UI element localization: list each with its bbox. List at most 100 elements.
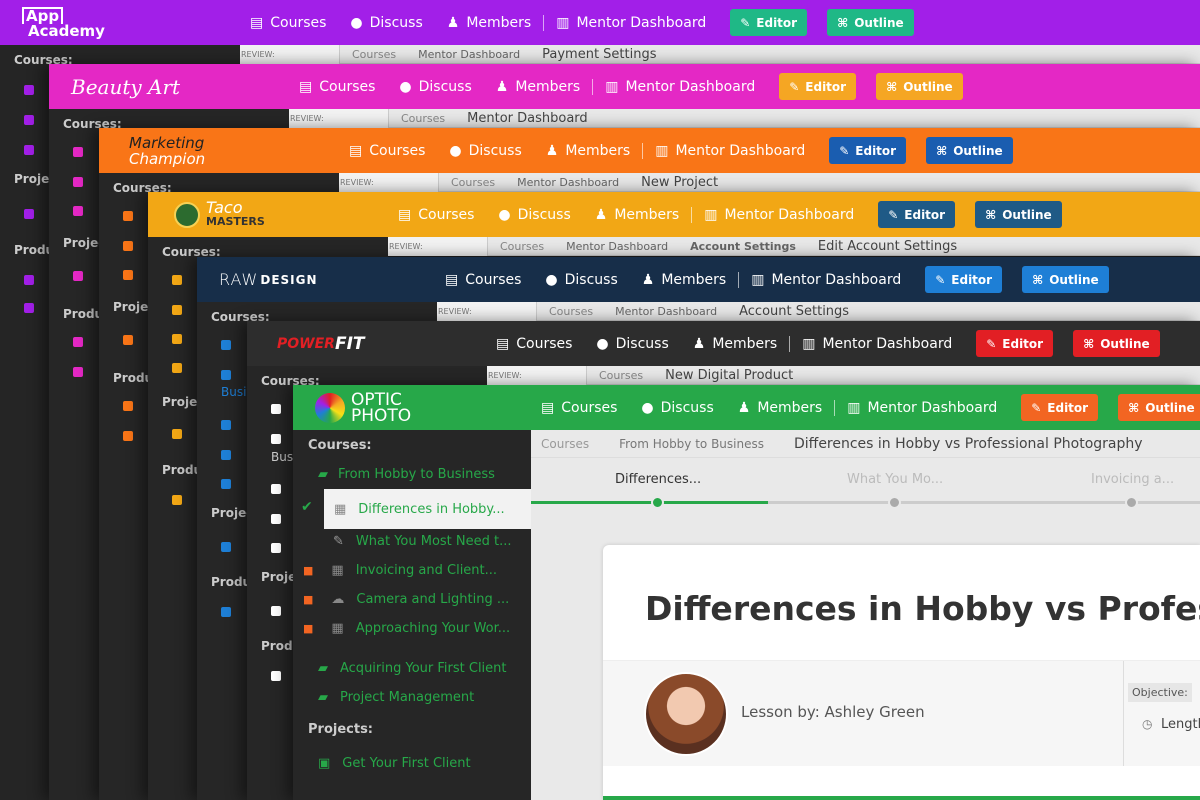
book-icon: ▤ bbox=[250, 14, 264, 31]
outline-button[interactable]: ⌘ Outline bbox=[975, 201, 1062, 228]
crumb-courses[interactable]: Courses bbox=[549, 305, 593, 318]
brand-line-2: DESIGN bbox=[260, 272, 318, 287]
folder-icon bbox=[24, 85, 34, 95]
nav-mentor-dashboard[interactable]: ▥ Mentor Dashboard bbox=[802, 336, 952, 352]
crumb-courses[interactable]: Courses bbox=[599, 369, 643, 382]
course-label: Acquiring Your First Client bbox=[340, 661, 507, 676]
outline-button[interactable]: ⌘ Outline bbox=[827, 9, 914, 36]
step-dot-active[interactable] bbox=[651, 496, 664, 509]
crumb-course[interactable]: From Hobby to Business bbox=[619, 437, 764, 451]
breadcrumb: Courses Mentor Dashboard New Project bbox=[451, 173, 740, 192]
editor-button[interactable]: ✎ Editor bbox=[1021, 394, 1099, 421]
top-nav: ▤ Courses ● Discuss ♟ Members ▥ Mentor Dashb… bbox=[299, 64, 983, 109]
editor-button[interactable]: ✎ Editor bbox=[878, 201, 956, 228]
sidebar-course-project-mgmt[interactable]: ▰ Project Management bbox=[318, 690, 474, 705]
outline-button[interactable]: ⌘ Outline bbox=[1022, 266, 1109, 293]
crumb-account[interactable]: Account Settings bbox=[690, 240, 796, 253]
nav-discuss[interactable]: ● Discuss bbox=[545, 272, 617, 288]
crumb-mentor[interactable]: Mentor Dashboard bbox=[566, 240, 668, 253]
nav-members[interactable]: ♟ Members bbox=[595, 207, 679, 223]
sidebar-products-heading: Produ bbox=[63, 307, 104, 321]
chat-icon: ● bbox=[498, 206, 511, 223]
step-label[interactable]: What You Mo... bbox=[847, 472, 943, 487]
step-label[interactable]: Invoicing a... bbox=[1091, 472, 1174, 487]
sidebar-item-business[interactable]: Busi bbox=[221, 385, 246, 399]
outline-button[interactable]: ⌘ Outline bbox=[926, 137, 1013, 164]
sidebar-course-acquiring[interactable]: ▰ Acquiring Your First Client bbox=[318, 661, 507, 676]
film-icon: ▦ bbox=[331, 563, 344, 578]
nav-mentor-dashboard[interactable]: ▥ Mentor Dashboard bbox=[655, 143, 805, 159]
nav-mentor-dashboard[interactable]: ▥ Mentor Dashboard bbox=[704, 207, 854, 223]
lesson-item-locked[interactable]: ■ ▦ Approaching Your Wor... bbox=[303, 621, 510, 636]
crumb-courses[interactable]: Courses bbox=[500, 240, 544, 253]
outline-button[interactable]: ⌘ Outline bbox=[1118, 394, 1200, 421]
lesson-item-locked[interactable]: ■ ☁ Camera and Lighting ... bbox=[303, 592, 509, 607]
folder-icon: ▰ bbox=[318, 661, 328, 676]
nav-members[interactable]: ♟ Members bbox=[738, 400, 822, 416]
sitemap-icon: ⌘ bbox=[886, 79, 898, 94]
crumb-mentor[interactable]: Mentor Dashboard bbox=[615, 305, 717, 318]
nav-courses[interactable]: ▤ Courses bbox=[445, 272, 521, 288]
step-dot[interactable] bbox=[1125, 496, 1138, 509]
outline-button[interactable]: ⌘ Outline bbox=[1073, 330, 1160, 357]
crumb-current: Account Settings bbox=[739, 304, 850, 319]
nav-members[interactable]: ♟ Members bbox=[642, 272, 726, 288]
editor-button[interactable]: ✎ Editor bbox=[730, 9, 808, 36]
editor-button[interactable]: ✎ Editor bbox=[779, 73, 857, 100]
nav-discuss[interactable]: ● Discuss bbox=[449, 143, 521, 159]
nav-discuss[interactable]: ● Discuss bbox=[596, 336, 668, 352]
step-track-done bbox=[531, 501, 768, 504]
crumb-courses[interactable]: Courses bbox=[352, 48, 396, 61]
nav-discuss[interactable]: ● Discuss bbox=[399, 79, 471, 95]
step-dot[interactable] bbox=[888, 496, 901, 509]
taco-icon bbox=[174, 201, 200, 228]
nav-courses[interactable]: ▤ Courses bbox=[496, 336, 572, 352]
crumb-mentor[interactable]: Mentor Dashboard bbox=[418, 48, 520, 61]
nav-members[interactable]: ♟ Members bbox=[546, 143, 630, 159]
pencil-icon: ✎ bbox=[1031, 400, 1042, 415]
nav-mentor-dashboard[interactable]: ▥ Mentor Dashboard bbox=[556, 15, 706, 31]
crumb-courses[interactable]: Courses bbox=[401, 112, 445, 125]
nav-divider bbox=[691, 206, 693, 223]
step-label-active[interactable]: Differences... bbox=[615, 472, 701, 487]
cube-icon bbox=[24, 275, 34, 285]
lesson-item[interactable]: ✎ What You Most Need t... bbox=[333, 534, 512, 549]
nav-courses[interactable]: ▤ Courses bbox=[398, 207, 474, 223]
sitemap-icon: ⌘ bbox=[985, 207, 997, 222]
nav-courses[interactable]: ▤ Courses bbox=[349, 143, 425, 159]
pencil-icon: ✎ bbox=[935, 272, 946, 287]
review-label: REVIEW: bbox=[432, 302, 537, 321]
folder-icon bbox=[221, 420, 231, 430]
bar-chart-icon: ▥ bbox=[655, 142, 669, 159]
lesson-stepper: Differences... What You Mo... Invoicing … bbox=[531, 458, 1200, 510]
nav-members[interactable]: ♟ Members bbox=[496, 79, 580, 95]
nav-courses[interactable]: ▤ Courses bbox=[299, 79, 375, 95]
nav-discuss[interactable]: ● Discuss bbox=[498, 207, 570, 223]
sidebar-course-hobby[interactable]: ▰ From Hobby to Business bbox=[318, 467, 495, 482]
users-icon: ♟ bbox=[737, 399, 751, 416]
editor-button[interactable]: ✎ Editor bbox=[976, 330, 1054, 357]
nav-mentor-dashboard[interactable]: ▥ Mentor Dashboard bbox=[751, 272, 901, 288]
crumb-mentor[interactable]: Mentor Dashboard bbox=[517, 176, 619, 189]
nav-members[interactable]: ♟ Members bbox=[447, 15, 531, 31]
review-label: REVIEW: bbox=[235, 45, 340, 64]
nav-mentor-dashboard[interactable]: ▥ Mentor Dashboard bbox=[605, 79, 755, 95]
crumb-courses[interactable]: Courses bbox=[541, 437, 589, 451]
outline-button[interactable]: ⌘ Outline bbox=[876, 73, 963, 100]
lesson-item-locked[interactable]: ■ ▦ Invoicing and Client... bbox=[303, 563, 497, 578]
breadcrumb: Courses From Hobby to Business Differenc… bbox=[531, 430, 1200, 458]
nav-courses[interactable]: ▤ Courses bbox=[250, 15, 326, 31]
nav-discuss[interactable]: ● Discuss bbox=[641, 400, 713, 416]
nav-mentor-dashboard[interactable]: ▥ Mentor Dashboard bbox=[847, 400, 997, 416]
nav-discuss[interactable]: ● Discuss bbox=[350, 15, 422, 31]
folder-icon bbox=[73, 147, 83, 157]
lesson-item-active[interactable]: ✔ ▦ Differences in Hobby... bbox=[293, 487, 531, 529]
editor-button[interactable]: ✎ Editor bbox=[829, 137, 907, 164]
sidebar-item-business[interactable]: Bus bbox=[271, 450, 293, 464]
sidebar-project-first-client[interactable]: ▣ Get Your First Client bbox=[318, 756, 471, 771]
nav-members[interactable]: ♟ Members bbox=[693, 336, 777, 352]
nav-courses[interactable]: ▤ Courses bbox=[541, 400, 617, 416]
editor-button[interactable]: ✎ Editor bbox=[925, 266, 1003, 293]
crumb-courses[interactable]: Courses bbox=[451, 176, 495, 189]
lesson-label: Approaching Your Wor... bbox=[355, 621, 511, 636]
